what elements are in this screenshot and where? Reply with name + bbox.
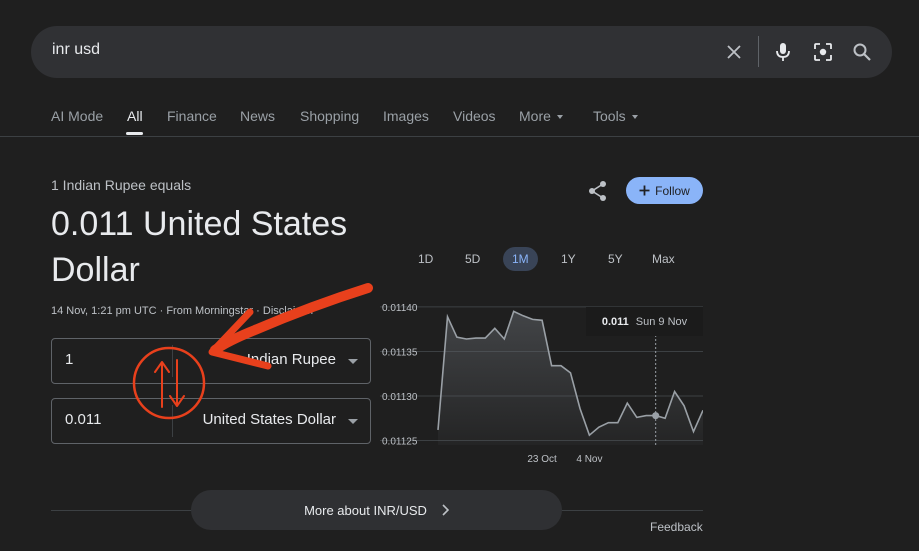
tab-images[interactable]: Images	[383, 108, 429, 124]
y-tick-label: 0.01125	[382, 437, 418, 448]
tab-news[interactable]: News	[240, 108, 275, 124]
tooltip-value: 0.011	[601, 315, 629, 328]
tab-finance[interactable]: Finance	[167, 108, 217, 124]
to-currency-select[interactable]: United States Dollar	[203, 411, 336, 428]
from-currency-field[interactable]: 1 Indian Rupee	[51, 338, 371, 384]
search-bar[interactable]: inr usd	[31, 26, 892, 78]
range-1y[interactable]: 1Y	[561, 252, 576, 266]
field-separator	[172, 345, 173, 377]
chart-tooltip: 0.011 Sun 9 Nov	[586, 307, 703, 336]
feedback-link[interactable]: Feedback	[650, 520, 703, 534]
range-5y[interactable]: 5Y	[608, 252, 623, 266]
search-input[interactable]: inr usd	[52, 41, 100, 59]
more-about-label: More about INR/USD	[304, 502, 427, 518]
range-1d[interactable]: 1D	[418, 252, 433, 266]
follow-button[interactable]: Follow	[626, 177, 703, 204]
share-icon[interactable]	[588, 180, 608, 207]
source-meta: 14 Nov, 1:21 pm UTC · From Morningstar ·…	[51, 305, 315, 317]
tab-tools[interactable]: Tools	[593, 108, 638, 124]
y-tick-label: 0.01135	[382, 347, 418, 358]
tabs-divider	[0, 136, 919, 137]
tab-shopping[interactable]: Shopping	[300, 108, 359, 124]
plus-icon	[639, 185, 650, 196]
chevron-right-icon	[442, 504, 449, 516]
dropdown-caret-icon	[348, 359, 358, 364]
search-icon[interactable]	[850, 40, 874, 64]
active-tab-indicator	[126, 132, 143, 135]
conversion-result: 0.011 United States Dollar	[51, 205, 348, 289]
follow-label: Follow	[655, 183, 690, 198]
from-amount-input[interactable]: 1	[65, 351, 73, 368]
range-5d[interactable]: 5D	[465, 252, 480, 266]
equals-label: 1 Indian Rupee equals	[51, 177, 192, 193]
tab-all[interactable]: All	[127, 108, 143, 124]
y-tick-label: 0.01140	[382, 303, 418, 314]
tooltip-date: Sun 9 Nov	[635, 315, 688, 328]
from-currency-select[interactable]: Indian Rupee	[247, 351, 336, 368]
tab-videos[interactable]: Videos	[453, 108, 496, 124]
chevron-down-icon	[631, 115, 638, 120]
tab-more-label: More	[519, 108, 551, 124]
x-tick-label: 4 Nov	[576, 454, 602, 465]
chevron-down-icon	[556, 115, 563, 120]
dropdown-caret-icon	[348, 419, 358, 424]
range-1m[interactable]: 1M	[512, 252, 529, 266]
tab-tools-label: Tools	[593, 108, 626, 124]
tab-ai-mode[interactable]: AI Mode	[51, 108, 103, 124]
tab-more[interactable]: More	[519, 108, 563, 124]
clear-icon[interactable]	[722, 40, 746, 64]
lens-icon[interactable]	[811, 40, 835, 64]
range-max[interactable]: Max	[652, 252, 675, 266]
to-currency-field[interactable]: 0.011 United States Dollar	[51, 398, 371, 444]
search-divider	[758, 36, 759, 67]
x-tick-label: 23 Oct	[527, 454, 557, 465]
y-tick-label: 0.01130	[382, 392, 418, 403]
hover-point	[652, 412, 660, 420]
microphone-icon[interactable]	[771, 40, 795, 64]
more-about-button[interactable]: More about INR/USD	[191, 490, 562, 530]
field-separator	[172, 405, 173, 437]
to-amount-input[interactable]: 0.011	[65, 411, 101, 428]
